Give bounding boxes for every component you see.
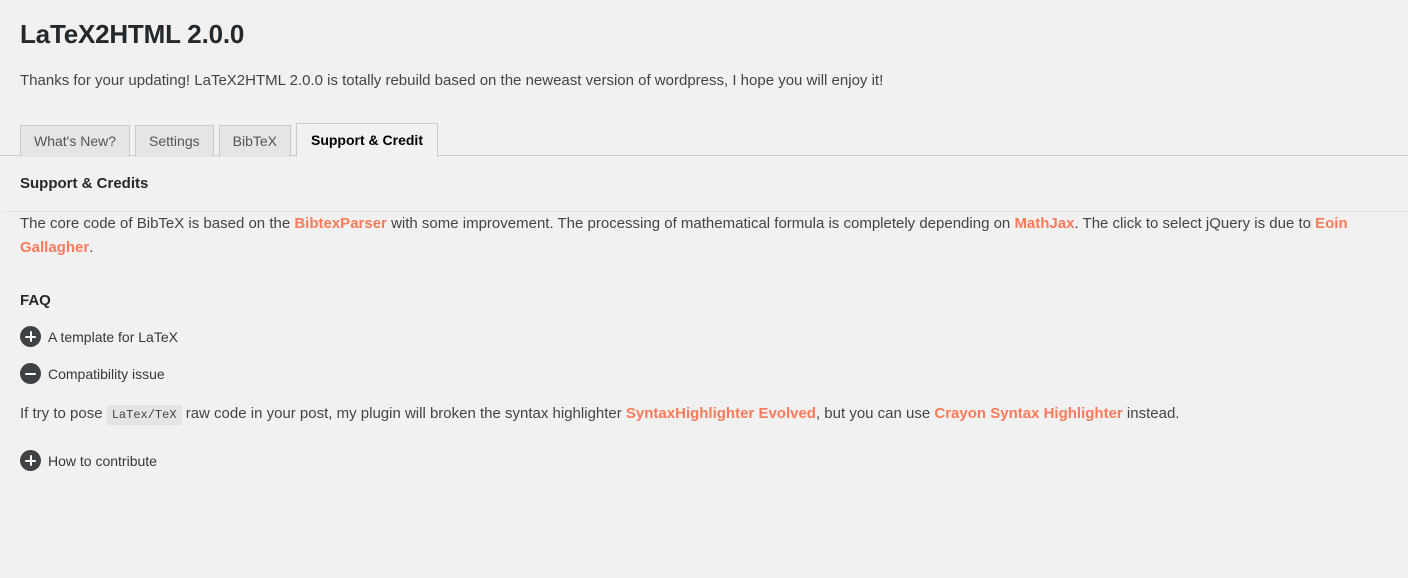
tab-settings[interactable]: Settings (135, 125, 214, 157)
faq-item-template-for-latex[interactable]: A template for LaTeX (20, 326, 178, 347)
tab-whats-new[interactable]: What's New? (20, 125, 131, 157)
credits-text-2: with some improvement. The processing of… (386, 215, 1015, 232)
page-title: LaTeX2HTML 2.0.0 (20, 19, 245, 49)
link-syntaxhighlighter-evolved[interactable]: SyntaxHighlighter Evolved (626, 405, 816, 422)
intro-text: Thanks for your updating! LaTeX2HTML 2.0… (20, 72, 884, 89)
plugin-settings-page: LaTeX2HTML 2.0.0 Thanks for your updatin… (0, 0, 1408, 578)
minus-circle-icon (20, 363, 41, 384)
faq-answer-compatibility-issue: If try to pose LaTex/TeX raw code in you… (20, 384, 1408, 426)
tab-bibtex[interactable]: BibTeX (218, 125, 291, 157)
answer-text-1: If try to pose (20, 405, 107, 422)
tab-support-credit[interactable]: Support & Credit (295, 123, 438, 158)
page-left-edge (0, 0, 3, 578)
inline-code-latex-tex: LaTex/TeX (106, 405, 182, 425)
answer-text-3: , but you can use (815, 405, 935, 422)
faq-item-compatibility-issue[interactable]: Compatibility issue (20, 363, 165, 384)
credits-text-3: . The click to select jQuery is due to (1074, 215, 1316, 232)
faq-item-how-to-contribute[interactable]: How to contribute (20, 450, 157, 471)
link-bibtexparser[interactable]: BibtexParser (294, 215, 387, 232)
credits-paragraph: The core code of BibTeX is based on the … (20, 212, 1400, 260)
section-title-support-credits: Support & Credits (20, 175, 149, 192)
faq-item-label: Compatibility issue (48, 365, 165, 382)
link-crayon-syntax-highlighter[interactable]: Crayon Syntax Highlighter (934, 405, 1122, 422)
link-mathjax[interactable]: MathJax (1014, 215, 1074, 232)
answer-text-4: instead. (1122, 405, 1180, 422)
faq-item-label: How to contribute (48, 452, 157, 469)
tab-bar: What's New? Settings BibTeX Support & Cr… (0, 123, 1408, 158)
faq-title: FAQ (20, 292, 51, 309)
plus-circle-icon (20, 326, 41, 347)
credits-text-1: The core code of BibTeX is based on the (20, 215, 295, 232)
answer-text-2: raw code in your post, my plugin will br… (181, 405, 626, 422)
credits-text-4: . (89, 239, 94, 256)
plus-circle-icon (20, 450, 41, 471)
faq-item-label: A template for LaTeX (48, 328, 178, 345)
